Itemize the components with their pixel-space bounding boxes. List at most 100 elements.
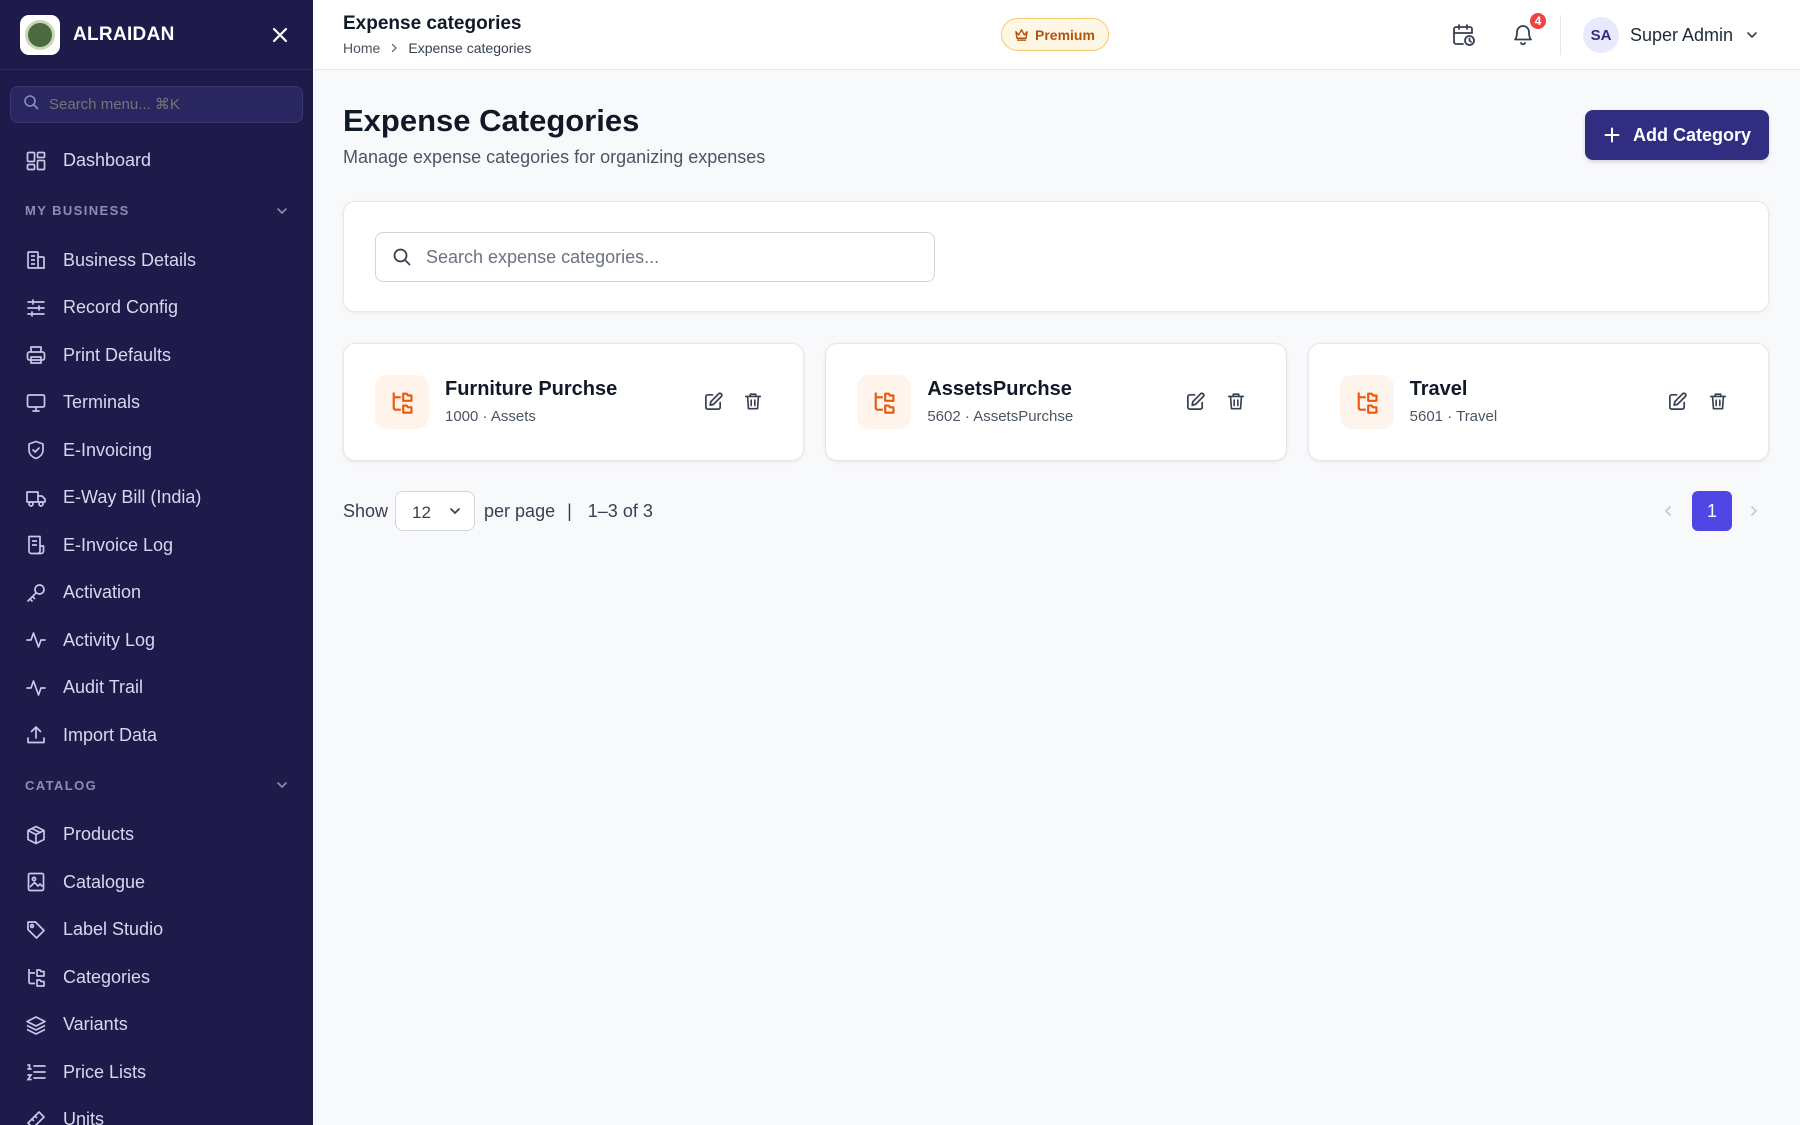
sidebar-item-business-details[interactable]: Business Details [0, 237, 313, 285]
sidebar-item-catalogue[interactable]: Catalogue [0, 859, 313, 907]
chevron-left-icon [1664, 506, 1671, 516]
category-card[interactable]: Travel 5601 · Travel [1307, 343, 1769, 461]
sidebar-item-products[interactable]: Products [0, 811, 313, 859]
next-page-button[interactable] [1739, 496, 1769, 526]
delete-button[interactable] [1705, 388, 1731, 414]
add-category-button[interactable]: Add Category [1585, 110, 1769, 160]
plus-icon [1604, 127, 1620, 143]
sidebar-item-label: Record Config [63, 297, 179, 318]
sidebar-item-e-invoice-log[interactable]: E-Invoice Log [0, 522, 313, 570]
sidebar-item-label: Label Studio [63, 919, 164, 940]
ruler-icon [27, 1110, 45, 1125]
sidebar: ALRAIDAN Dashboard MY BUSINESS Business … [0, 0, 313, 1125]
sidebar-item-price-lists[interactable]: Price Lists [0, 1049, 313, 1097]
building-icon [27, 251, 45, 270]
header-title: Expense categories [343, 13, 522, 34]
sidebar-item-record-config[interactable]: Record Config [0, 284, 313, 332]
sidebar-item-activation[interactable]: Activation [0, 569, 313, 617]
category-search[interactable] [375, 232, 935, 282]
show-label: Show [343, 500, 389, 521]
sidebar-item-label: E-Way Bill (India) [63, 487, 202, 508]
edit-icon [1669, 391, 1688, 410]
search-panel [343, 201, 1769, 312]
sidebar-item-import-data[interactable]: Import Data [0, 712, 313, 760]
sidebar-item-units[interactable]: Units [0, 1096, 313, 1125]
category-card[interactable]: AssetsPurchse 5602 · AssetsPurchse [825, 343, 1287, 461]
key-icon [27, 583, 45, 602]
sidebar-item-label: Terminals [63, 392, 141, 413]
chevron-right-icon [388, 42, 400, 54]
edit-button[interactable] [700, 388, 726, 414]
printer-icon [26, 346, 46, 365]
trash-icon [745, 393, 762, 410]
sidebar-item-e-way-bill[interactable]: E-Way Bill (India) [0, 474, 313, 522]
pagination-separator: | [567, 500, 572, 521]
close-icon[interactable] [267, 22, 293, 48]
main-content: Expense Categories Manage expense catego… [313, 71, 1800, 1125]
category-name: AssetsPurchse [927, 378, 1072, 400]
notifications-button[interactable]: 4 [1508, 11, 1548, 50]
folder-tree-icon [857, 375, 912, 429]
sidebar-item-label: Categories [63, 966, 151, 987]
sidebar-item-label: E-Invoice Log [63, 534, 174, 555]
search-icon [393, 248, 411, 266]
sidebar-item-label: Price Lists [63, 1061, 147, 1082]
sidebar-item-label: Print Defaults [63, 344, 172, 365]
folder-tree-icon [375, 375, 429, 429]
category-name: Furniture Purchse [445, 378, 618, 400]
crown-icon [1015, 29, 1028, 41]
search-icon [23, 94, 39, 115]
header-divider [1560, 15, 1561, 55]
category-card[interactable]: Furniture Purchse 1000 · Assets [343, 343, 805, 461]
calendar-clock-button[interactable] [1449, 20, 1479, 50]
premium-badge[interactable]: Premium [1001, 18, 1109, 51]
sidebar-item-label-studio[interactable]: Label Studio [0, 906, 313, 954]
sidebar-item-label: Business Details [63, 249, 197, 270]
trash-icon [1227, 393, 1244, 410]
section-title: MY BUSINESS [25, 203, 130, 218]
sidebar-item-label: Dashboard [63, 150, 152, 171]
prev-page-button[interactable] [1653, 496, 1683, 526]
section-my-business[interactable]: MY BUSINESS [0, 185, 313, 237]
per-page-select[interactable]: 12 [395, 491, 476, 531]
trash-icon [1709, 393, 1727, 410]
sidebar-item-e-invoicing[interactable]: E-Invoicing [0, 427, 313, 475]
breadcrumb-home[interactable]: Home [343, 40, 380, 56]
calendar-clock-icon [1453, 24, 1475, 46]
edit-button[interactable] [1183, 388, 1209, 414]
edit-button[interactable] [1665, 388, 1691, 414]
layers-icon [26, 1015, 46, 1035]
section-title: CATALOG [25, 777, 98, 793]
breadcrumb-current: Expense categories [408, 40, 532, 56]
delete-button[interactable] [740, 388, 766, 414]
section-catalog[interactable]: CATALOG [0, 759, 313, 811]
folder-tree-icon [28, 969, 45, 988]
sidebar-item-label: Catalogue [63, 871, 146, 892]
list-ordered-icon [26, 1064, 46, 1081]
sidebar-search-input[interactable] [49, 96, 269, 113]
chevron-down-icon [277, 207, 287, 214]
sidebar-item-label: Units [63, 1109, 105, 1125]
upload-icon [27, 726, 45, 744]
page-button-current[interactable]: 1 [1692, 491, 1732, 531]
sidebar-item-dashboard[interactable]: Dashboard [0, 137, 313, 185]
sidebar-item-terminals[interactable]: Terminals [0, 379, 313, 427]
package-icon [27, 825, 45, 845]
sidebar-item-label: Products [63, 824, 135, 845]
user-name: Super Admin [1630, 24, 1734, 45]
pagination-range: 1–3 of 3 [587, 500, 653, 521]
per-page-value: 12 [412, 503, 431, 522]
shield-check-icon [28, 440, 44, 460]
sidebar-item-print-defaults[interactable]: Print Defaults [0, 332, 313, 380]
sidebar-search[interactable] [10, 86, 303, 123]
category-search-input[interactable] [426, 246, 906, 268]
chevron-down-icon [450, 508, 460, 515]
user-menu[interactable]: SA Super Admin [1583, 16, 1759, 54]
sidebar-item-activity-log[interactable]: Activity Log [0, 617, 313, 665]
sidebar-item-audit-trail[interactable]: Audit Trail [0, 664, 313, 712]
sidebar-item-variants[interactable]: Variants [0, 1001, 313, 1049]
per-page-label: per page [484, 500, 556, 521]
brand-logo[interactable] [20, 14, 60, 55]
delete-button[interactable] [1223, 388, 1249, 414]
sidebar-item-categories[interactable]: Categories [0, 954, 313, 1002]
